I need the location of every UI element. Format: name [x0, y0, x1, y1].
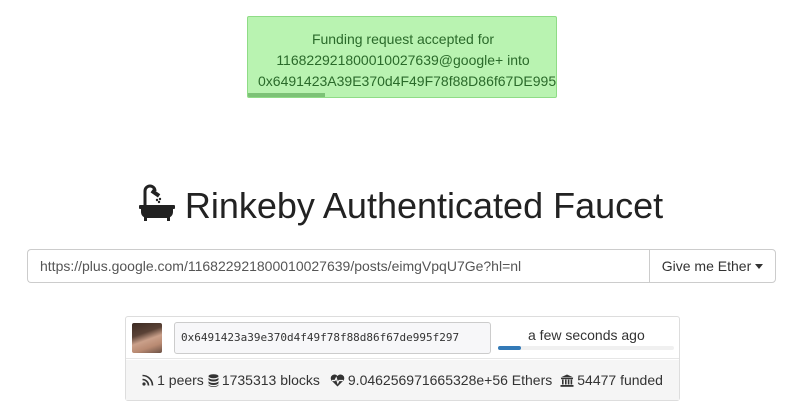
funded-stat: 54477 funded [560, 372, 663, 388]
request-input-group: Give me Ether [27, 249, 776, 283]
social-url-input[interactable] [27, 249, 649, 283]
bank-icon [560, 374, 574, 387]
caret-down-icon [755, 264, 764, 269]
toast-line-2: 116822921800010027639@google+ into [276, 52, 530, 68]
blocks-count: 1735313 blocks [221, 372, 320, 388]
funded-address: 0x6491423a39e370d4f49f78f88d86f67de995f2… [174, 322, 491, 354]
page-title: Rinkeby Authenticated Faucet [0, 182, 800, 232]
ethers-amount: 9.046256971665328e+56 Ethers [347, 372, 553, 388]
title-text: Rinkeby Authenticated Faucet [184, 185, 664, 226]
peers-count: 1 peers [157, 372, 204, 388]
give-me-ether-label: Give me Ether [661, 258, 752, 274]
toast-progress-bar [248, 93, 325, 97]
funding-row: 0x6491423a39e370d4f49f78f88d86f67de995f2… [126, 317, 679, 359]
funding-progress-track [498, 346, 674, 350]
avatar [132, 323, 162, 353]
peers-stat: 1 peers [142, 372, 204, 388]
rss-icon [142, 374, 154, 386]
funding-time: a few seconds ago [528, 327, 645, 343]
toast-line-3: 0x6491423A39E370d4F49F78f88D86f67DE995f2… [258, 73, 557, 89]
toast-line-1: Funding request accepted for [311, 31, 495, 47]
funding-progress-fill [498, 346, 521, 350]
give-me-ether-button[interactable]: Give me Ether [649, 249, 776, 283]
funding-panel: 0x6491423a39e370d4f49f78f88d86f67de995f2… [125, 316, 680, 401]
stats-footer: 1 peers 1735313 blocks 9.046256971665328… [126, 360, 679, 400]
ethers-stat: 9.046256971665328e+56 Ethers [330, 372, 552, 388]
bath-icon [137, 182, 177, 232]
blocks-stat: 1735313 blocks [208, 372, 320, 388]
heartbeat-icon [330, 374, 345, 386]
funding-toast[interactable]: Funding request accepted for 11682292180… [247, 16, 557, 98]
database-icon [208, 373, 219, 387]
toast-message: Funding request accepted for 11682292180… [248, 29, 557, 92]
funded-count: 54477 funded [577, 372, 663, 388]
